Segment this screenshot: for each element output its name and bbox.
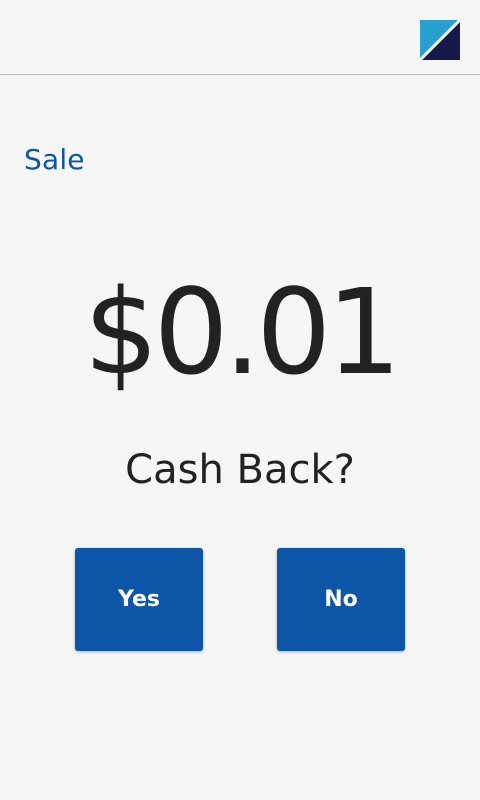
transaction-type-label: Sale [24,143,85,176]
cash-back-question: Cash Back? [125,447,355,493]
yes-button[interactable]: Yes [75,548,203,651]
top-bar [0,0,480,75]
no-button[interactable]: No [277,548,405,651]
amount-display: $0.01 [83,263,402,401]
split-triangle-logo-icon [418,18,462,62]
